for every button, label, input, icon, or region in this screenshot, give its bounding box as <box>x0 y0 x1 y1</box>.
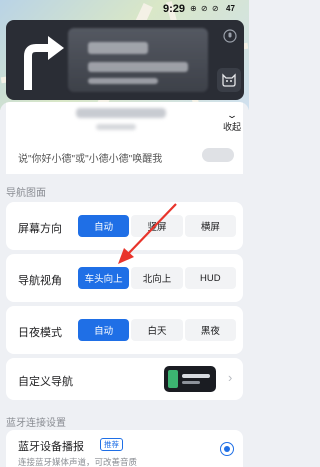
bluetooth-subtitle: 连接蓝牙媒体声道，可改善音质 <box>18 457 138 467</box>
day-night-label: 日夜模式 <box>18 327 62 339</box>
navigation-guidance-card <box>6 20 244 100</box>
blurred-route-sub <box>96 124 136 130</box>
right-turn-arrow-icon <box>24 36 64 90</box>
nav-perspective-label: 导航视角 <box>18 275 62 287</box>
orientation-option-auto[interactable]: 自动 <box>78 215 130 237</box>
section-title-nav-view: 导航图面 <box>6 188 46 199</box>
screen-orientation-card: 屏幕方向 自动 竖屏 横屏 <box>6 202 243 250</box>
recommend-badge: 推荐 <box>100 438 123 451</box>
voice-button[interactable] <box>220 26 240 46</box>
chevron-down-icon: ⌄ <box>225 110 239 120</box>
status-time: 9:29 <box>163 3 186 15</box>
bluetooth-broadcast-row[interactable]: 蓝牙设备播报 推荐 连接蓝牙媒体声道，可改善音质 <box>6 430 243 467</box>
daynight-option-auto[interactable]: 自动 <box>78 319 130 341</box>
bluetooth-title: 蓝牙设备播报 <box>18 441 84 453</box>
voice-wake-row: 说"你好小德"或"小德小德"唤醒我 <box>6 146 243 174</box>
blurred-route-info <box>76 108 166 118</box>
day-night-selector: 自动 白天 黑夜 <box>78 319 236 341</box>
voice-icon <box>223 29 237 43</box>
custom-nav-preview <box>164 366 216 392</box>
collapse-button[interactable]: ⌄ 收起 <box>220 110 244 140</box>
daynight-option-day[interactable]: 白天 <box>131 319 183 341</box>
assistant-avatar-button[interactable] <box>217 68 241 92</box>
day-night-card: 日夜模式 自动 白天 黑夜 <box>6 306 243 354</box>
cat-face-icon <box>222 73 236 87</box>
daynight-option-night[interactable]: 黑夜 <box>184 319 236 341</box>
custom-nav-row[interactable]: 自定义导航 › <box>6 358 243 400</box>
collapse-label: 收起 <box>222 122 241 132</box>
screen-orientation-selector: 自动 竖屏 横屏 <box>78 215 236 237</box>
nav-perspective-selector: 车头向上 北向上 HUD <box>78 267 236 289</box>
perspective-option-north-up[interactable]: 北向上 <box>131 267 183 289</box>
orientation-option-landscape[interactable]: 横屏 <box>184 215 236 237</box>
bluetooth-radio[interactable] <box>220 442 234 456</box>
voice-wake-toggle[interactable] <box>202 148 234 162</box>
status-icons: ⊕ ⊘ ⊘ <box>190 4 220 13</box>
nav-perspective-card: 导航视角 车头向上 北向上 HUD <box>6 254 243 302</box>
battery-level: 47 <box>226 4 235 13</box>
chevron-right-icon: › <box>228 370 233 385</box>
settings-panel: ⌄ 收起 说"你好小德"或"小德小德"唤醒我 导航图面 屏幕方向 自动 竖屏 横… <box>0 102 249 467</box>
panel-header: ⌄ 收起 <box>6 102 243 146</box>
custom-nav-label: 自定义导航 <box>18 376 73 388</box>
orientation-option-portrait[interactable]: 竖屏 <box>131 215 183 237</box>
voice-wake-text: 说"你好小德"或"小德小德"唤醒我 <box>18 154 163 165</box>
screen-orientation-label: 屏幕方向 <box>18 223 62 235</box>
status-bar: 9:29 ⊕ ⊘ ⊘ 47 <box>0 0 249 18</box>
section-title-bluetooth: 蓝牙连接设置 <box>6 418 66 429</box>
perspective-option-hud[interactable]: HUD <box>184 267 236 289</box>
perspective-option-heading-up[interactable]: 车头向上 <box>78 267 130 289</box>
guidance-info-blurred <box>68 28 208 92</box>
